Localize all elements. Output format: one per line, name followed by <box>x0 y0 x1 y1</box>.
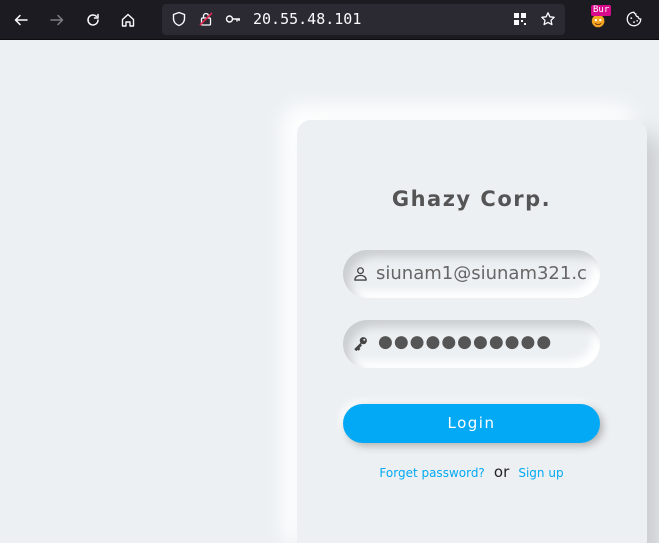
auth-links: Forget password? or Sign up <box>343 462 600 481</box>
star-icon[interactable] <box>540 11 556 27</box>
browser-toolbar: 20.55.48.101 Bur <box>0 0 659 40</box>
back-arrow-icon[interactable] <box>7 6 35 34</box>
login-button[interactable]: Login <box>343 404 600 443</box>
email-field[interactable]: siunam1@siunam321.com <box>343 250 600 298</box>
url-bar[interactable]: 20.55.48.101 <box>162 4 565 35</box>
password-input[interactable]: ●●●●●●●●●●● <box>378 332 552 352</box>
email-input[interactable]: siunam1@siunam321.com <box>376 263 588 284</box>
or-separator: or <box>493 463 510 481</box>
sign-up-link[interactable]: Sign up <box>518 466 563 480</box>
shield-icon[interactable] <box>171 11 187 27</box>
extension-badge: Bur <box>591 5 612 16</box>
user-icon <box>353 266 368 281</box>
url-text[interactable]: 20.55.48.101 <box>253 10 361 29</box>
forgot-password-link[interactable]: Forget password? <box>379 466 484 480</box>
password-field[interactable]: ●●●●●●●●●●● <box>343 320 600 368</box>
cookie-icon[interactable] <box>625 10 645 30</box>
home-icon[interactable] <box>114 6 142 34</box>
page-title: Ghazy Corp. <box>391 187 552 211</box>
reload-icon[interactable] <box>79 6 107 34</box>
key-icon[interactable] <box>225 11 241 27</box>
forward-arrow-icon[interactable] <box>43 6 71 34</box>
key-icon <box>353 336 368 351</box>
qr-code-icon[interactable] <box>512 11 528 27</box>
insecure-lock-icon[interactable] <box>198 11 214 27</box>
